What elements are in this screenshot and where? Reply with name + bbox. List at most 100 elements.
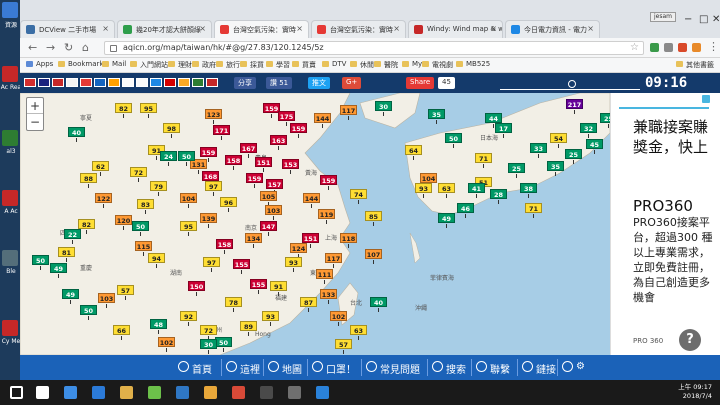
- aqi-station-marker[interactable]: 49: [50, 263, 67, 278]
- aqi-station-marker[interactable]: 93: [285, 257, 302, 272]
- maximize-icon[interactable]: □: [699, 14, 708, 25]
- aqi-station-marker[interactable]: 40: [370, 297, 387, 312]
- aqi-station-marker[interactable]: 71: [475, 153, 492, 168]
- aqi-station-marker[interactable]: 157: [266, 179, 283, 194]
- aqi-station-marker[interactable]: 85: [365, 211, 382, 226]
- aqi-station-marker[interactable]: 107: [365, 249, 382, 264]
- aqi-station-marker[interactable]: 91: [270, 281, 287, 296]
- aqi-station-marker[interactable]: 72: [130, 167, 147, 182]
- taskbar-app-icon[interactable]: [148, 386, 161, 399]
- aqi-station-marker[interactable]: 57: [335, 339, 352, 354]
- aqi-station-marker[interactable]: 98: [163, 123, 180, 138]
- aqi-station-marker[interactable]: 147: [260, 221, 277, 236]
- aqi-station-marker[interactable]: 144: [314, 113, 331, 128]
- bookmark-item[interactable]: 醫院: [374, 60, 398, 70]
- aqi-station-marker[interactable]: 144: [303, 193, 320, 208]
- nav-item-4[interactable]: 常見問題: [366, 361, 420, 376]
- aqi-station-marker[interactable]: 104: [420, 173, 437, 188]
- aqi-station-marker[interactable]: 35: [428, 109, 445, 124]
- aqi-station-marker[interactable]: 63: [438, 183, 455, 198]
- aqi-station-marker[interactable]: 93: [415, 183, 432, 198]
- aqi-station-marker[interactable]: 133: [320, 289, 337, 304]
- ad-brand[interactable]: PRO360: [633, 197, 693, 215]
- ad-body[interactable]: PRO360接案平台，超過300 種以上專業需求，立即免費註冊，為自己創造更多機…: [633, 215, 715, 305]
- aqi-station-marker[interactable]: 102: [330, 311, 347, 326]
- language-flag-icon[interactable]: [80, 78, 92, 87]
- aqi-station-marker[interactable]: 63: [350, 325, 367, 340]
- taskbar-app-icon[interactable]: [232, 386, 245, 399]
- aqi-station-marker[interactable]: 159: [246, 173, 263, 188]
- aqi-station-marker[interactable]: 111: [316, 269, 333, 284]
- bookmark-item[interactable]: 理財: [168, 60, 192, 70]
- bookmark-item[interactable]: 入門網站: [130, 60, 168, 70]
- language-flag-icon[interactable]: [206, 78, 218, 87]
- aqi-station-marker[interactable]: 124: [290, 243, 307, 258]
- browser-tab[interactable]: 台灣空氣污染：實時 ×: [214, 20, 309, 38]
- aqi-station-marker[interactable]: 66: [113, 325, 130, 340]
- bookmark-item[interactable]: Mail: [102, 60, 126, 68]
- close-tab-icon[interactable]: ×: [296, 24, 303, 33]
- ad-choices-icon[interactable]: [702, 95, 710, 103]
- nav-item-1[interactable]: 這裡: [226, 361, 260, 376]
- search-underline[interactable]: [500, 89, 640, 90]
- aqi-station-marker[interactable]: 64: [405, 145, 422, 160]
- aqi-station-marker[interactable]: 151: [302, 233, 319, 248]
- taskbar-app-icon[interactable]: [316, 386, 329, 399]
- nav-item-2[interactable]: 地圖: [268, 361, 302, 376]
- help-button[interactable]: ?: [679, 329, 701, 351]
- aqi-station-marker[interactable]: 25: [508, 163, 525, 178]
- aqi-station-marker[interactable]: 115: [135, 241, 152, 256]
- bookmark-item[interactable]: 政府: [192, 60, 216, 70]
- facebook-like-button[interactable]: 讚 51: [266, 77, 293, 89]
- aqi-station-marker[interactable]: 71: [525, 203, 542, 218]
- aqi-station-marker[interactable]: 25: [600, 113, 610, 128]
- aqi-station-marker[interactable]: 35: [547, 161, 564, 176]
- bookmark-item[interactable]: 學習: [266, 60, 290, 70]
- aqi-station-marker[interactable]: 41: [468, 183, 485, 198]
- nav-item-3[interactable]: 口罩！: [312, 361, 356, 376]
- profile-badge[interactable]: jesam: [650, 12, 676, 22]
- aqi-station-marker[interactable]: 46: [457, 203, 474, 218]
- aqi-station-marker[interactable]: 97: [203, 257, 220, 272]
- aqi-station-marker[interactable]: 104: [180, 193, 197, 208]
- desktop-shortcut-icon[interactable]: [2, 130, 18, 146]
- aqi-station-marker[interactable]: 158: [216, 239, 233, 254]
- aqi-station-marker[interactable]: 151: [255, 157, 272, 172]
- taskbar-app-icon[interactable]: [92, 386, 105, 399]
- aqi-station-marker[interactable]: 81: [58, 247, 75, 262]
- aqi-station-marker[interactable]: 28: [490, 189, 507, 204]
- search-icon[interactable]: [568, 80, 576, 88]
- bookmark-item[interactable]: My: [402, 60, 422, 68]
- aqi-station-marker[interactable]: 150: [188, 281, 205, 296]
- aqi-station-marker[interactable]: 175: [278, 111, 295, 126]
- aqi-station-marker[interactable]: 155: [233, 259, 250, 274]
- aqi-map[interactable]: 青島南京上海台北Hong廣州重慶東海黃海菲律賓海沖繩日本海福建湖南四川寧夏 21…: [20, 93, 610, 355]
- aqi-station-marker[interactable]: 92: [180, 311, 197, 326]
- aqi-station-marker[interactable]: 153: [282, 159, 299, 174]
- close-window-icon[interactable]: ✕: [712, 14, 720, 25]
- aqi-station-marker[interactable]: 22: [64, 229, 81, 244]
- aqi-station-marker[interactable]: 82: [115, 103, 132, 118]
- aqi-station-marker[interactable]: 50: [80, 305, 97, 320]
- aqi-station-marker[interactable]: 120: [115, 215, 132, 230]
- aqi-station-marker[interactable]: 159: [320, 175, 337, 190]
- taskbar-app-icon[interactable]: [36, 386, 49, 399]
- aqi-station-marker[interactable]: 49: [438, 213, 455, 228]
- close-tab-icon[interactable]: ×: [102, 24, 109, 33]
- aqi-station-marker[interactable]: 97: [205, 181, 222, 196]
- aqi-station-marker[interactable]: 168: [202, 171, 219, 186]
- aqi-station-marker[interactable]: 82: [78, 219, 95, 234]
- zoom-in-button[interactable]: +: [27, 98, 43, 114]
- language-flag-icon[interactable]: [94, 78, 106, 87]
- taskbar-app-icon[interactable]: [64, 386, 77, 399]
- aqi-station-marker[interactable]: 50: [32, 255, 49, 270]
- aqi-station-marker[interactable]: 83: [137, 199, 154, 214]
- aqi-station-marker[interactable]: 50: [178, 151, 195, 166]
- menu-icon[interactable]: ⋮: [708, 40, 719, 53]
- desktop-shortcut-icon[interactable]: [2, 190, 18, 206]
- aqi-station-marker[interactable]: 159: [290, 123, 307, 138]
- aqi-station-marker[interactable]: 171: [213, 125, 230, 140]
- nav-item-7[interactable]: 鏈接: [522, 361, 556, 376]
- bookmark-item[interactable]: 買賣: [292, 60, 316, 70]
- desktop-shortcut-icon[interactable]: [2, 2, 18, 18]
